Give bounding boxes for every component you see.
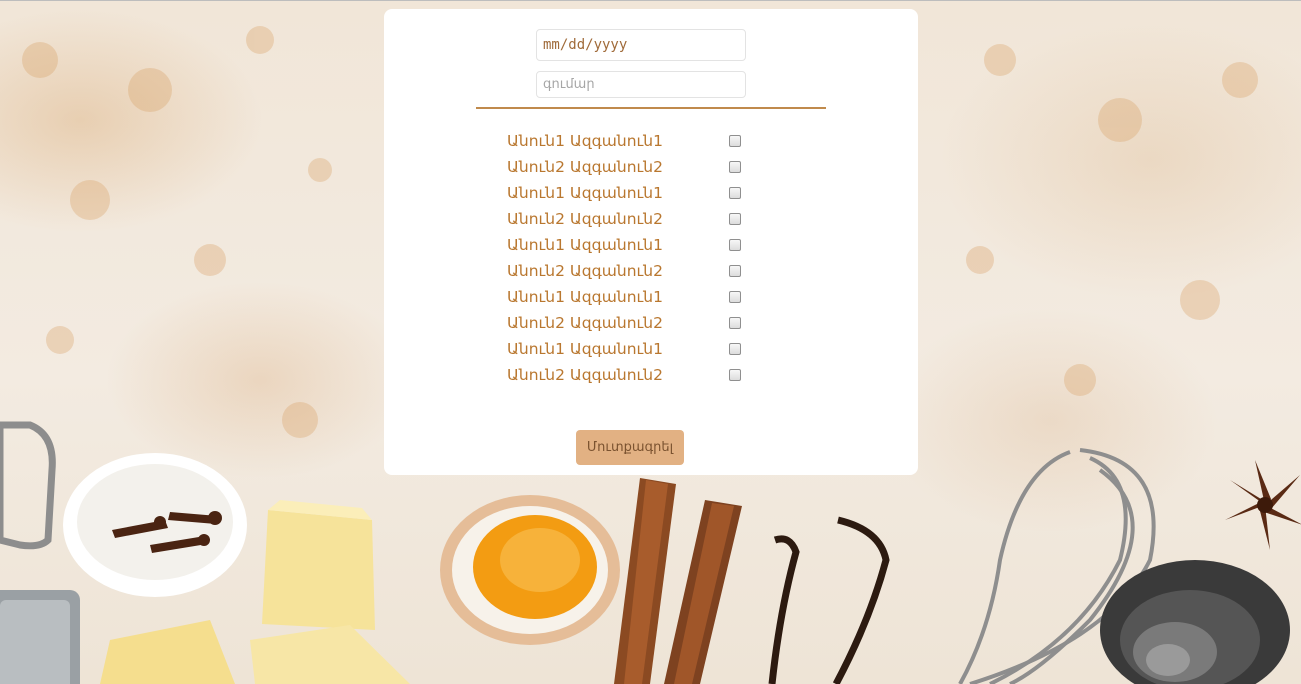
person-name: Անուն1 Ազգանուն1 [507,288,663,306]
person-name: Անուն1 Ազգանուն1 [507,132,663,150]
person-name: Անուն1 Ազգանուն1 [507,236,663,254]
divider [476,107,826,109]
list-item: Անուն2 Ազգանուն2 [507,154,747,180]
date-placeholder: mm/dd/yyyy [543,37,628,53]
date-field[interactable]: mm/dd/yyyy [536,29,746,61]
list-item: Անուն1 Ազգանուն1 [507,232,747,258]
person-checkbox[interactable] [729,369,741,381]
person-name: Անուն1 Ազգանուն1 [507,340,663,358]
person-checkbox[interactable] [729,343,741,355]
list-item: Անուն1 Ազգանուն1 [507,128,747,154]
person-name: Անուն2 Ազգանուն2 [507,262,663,280]
person-checkbox[interactable] [729,135,741,147]
person-checkbox[interactable] [729,239,741,251]
person-name: Անուն2 Ազգանուն2 [507,314,663,332]
form-card: mm/dd/yyyy Անուն1 Ազգանուն1 Անուն2 Ազգան… [384,9,918,475]
person-checkbox[interactable] [729,213,741,225]
window-top-border [0,0,1301,1]
people-checklist: Անուն1 Ազգանուն1 Անուն2 Ազգանուն2 Անուն1… [507,128,747,388]
person-checkbox[interactable] [729,291,741,303]
person-checkbox[interactable] [729,187,741,199]
person-name: Անուն2 Ազգանուն2 [507,366,663,384]
submit-button[interactable]: Մուտքագրել [576,430,684,465]
amount-field[interactable] [536,71,746,98]
list-item: Անուն2 Ազգանուն2 [507,258,747,284]
list-item: Անուն2 Ազգանուն2 [507,362,747,388]
person-checkbox[interactable] [729,265,741,277]
list-item: Անուն2 Ազգանուն2 [507,206,747,232]
person-checkbox[interactable] [729,161,741,173]
list-item: Անուն1 Ազգանուն1 [507,180,747,206]
person-name: Անուն2 Ազգանուն2 [507,210,663,228]
person-checkbox[interactable] [729,317,741,329]
list-item: Անուն1 Ազգանուն1 [507,336,747,362]
person-name: Անուն2 Ազգանուն2 [507,158,663,176]
person-name: Անուն1 Ազգանուն1 [507,184,663,202]
list-item: Անուն2 Ազգանուն2 [507,310,747,336]
list-item: Անուն1 Ազգանուն1 [507,284,747,310]
